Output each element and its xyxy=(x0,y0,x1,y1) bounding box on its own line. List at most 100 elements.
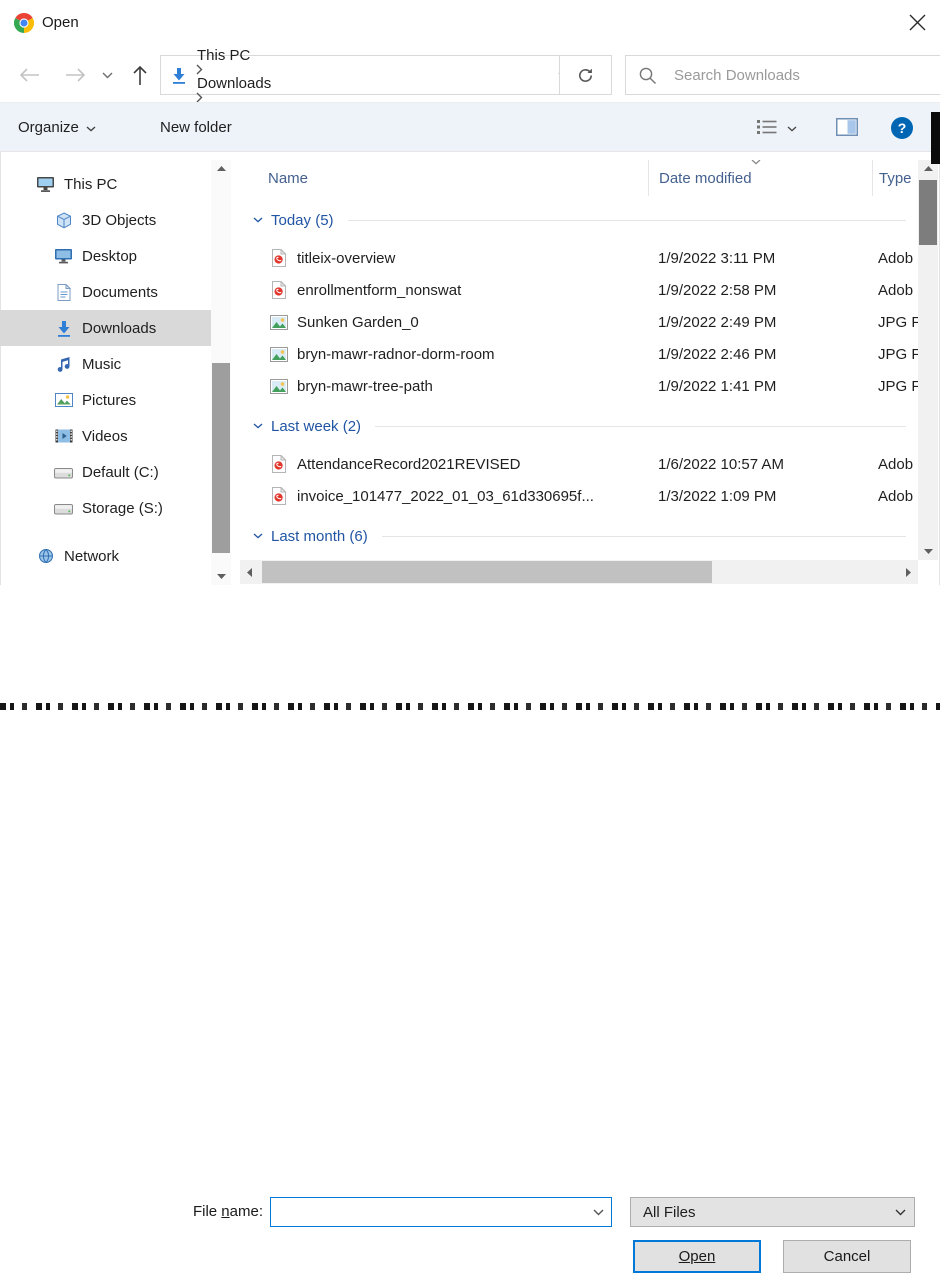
recent-locations-button[interactable] xyxy=(97,58,117,92)
sidebar-item-default-c[interactable]: Default (C:) xyxy=(0,454,211,490)
titlebar: Open xyxy=(0,0,940,48)
back-button[interactable] xyxy=(12,58,46,92)
music-icon xyxy=(54,356,73,373)
background-page-artifact xyxy=(931,112,940,164)
sidebar-item-pictures[interactable]: Pictures xyxy=(0,382,211,418)
file-name-combobox xyxy=(270,1197,612,1227)
command-toolbar: Organize New folder ? xyxy=(0,102,940,152)
pdf-file-icon xyxy=(270,455,288,473)
pdf-file-icon xyxy=(270,281,288,299)
help-icon: ? xyxy=(891,117,913,139)
file-group-last-month-6: Last month (6) xyxy=(240,522,918,560)
file-row-enrollmentform-nonswat[interactable]: enrollmentform_nonswat 1/9/2022 2:58 PM Ad… xyxy=(240,274,918,306)
group-header[interactable]: Last month (6) xyxy=(240,522,918,550)
change-view-button[interactable] xyxy=(756,103,797,151)
file-row-sunken-garden-0[interactable]: Sunken Garden_0 1/9/2022 2:49 PM JPG F xyxy=(240,306,918,338)
horizontal-scrollbar-thumb[interactable] xyxy=(262,561,712,583)
sidebar-scrollbar-thumb[interactable] xyxy=(212,363,230,553)
close-button[interactable] xyxy=(909,14,927,32)
navigation-pane: This PC 3D Objects Desktop Documents Downloa… xyxy=(0,160,211,585)
scroll-right-icon[interactable] xyxy=(906,560,911,584)
open-button[interactable]: Open xyxy=(633,1240,761,1273)
file-list: Today (5) titleix-overview 1/9/2022 3:11 P… xyxy=(240,206,918,560)
preview-pane-button[interactable] xyxy=(836,118,858,136)
scroll-down-icon[interactable] xyxy=(918,549,938,554)
file-list-scrollbar[interactable] xyxy=(918,160,938,560)
group-header[interactable]: Today (5) xyxy=(240,206,918,234)
network-icon xyxy=(36,548,55,564)
breadcrumb: This PC Downloads xyxy=(193,47,275,103)
downloads-folder-icon xyxy=(171,67,187,84)
horizontal-scrollbar[interactable] xyxy=(240,560,918,584)
file-group-today-5: Today (5) titleix-overview 1/9/2022 3:11 P… xyxy=(240,206,918,402)
drive-icon xyxy=(54,502,73,515)
file-row-titleix-overview[interactable]: titleix-overview 1/9/2022 3:11 PM Adob xyxy=(240,242,918,274)
address-bar[interactable]: This PC Downloads xyxy=(160,47,582,103)
close-icon xyxy=(909,14,927,31)
breadcrumb-item-downloads[interactable]: Downloads xyxy=(193,75,275,92)
pictures-icon xyxy=(54,393,73,407)
search-input[interactable] xyxy=(672,65,940,85)
sidebar-item-music[interactable]: Music xyxy=(0,346,211,382)
scroll-up-icon[interactable] xyxy=(918,166,938,171)
organize-button[interactable]: Organize xyxy=(18,103,96,151)
file-type-select[interactable]: All Files xyxy=(630,1197,915,1227)
column-header-type[interactable]: Type xyxy=(872,160,918,196)
file-name-input[interactable] xyxy=(271,1198,585,1226)
breadcrumb-item-this-pc[interactable]: This PC xyxy=(193,47,254,64)
cube-icon xyxy=(54,211,73,229)
file-name-dropdown-button[interactable] xyxy=(585,1209,611,1216)
search-box xyxy=(625,55,940,95)
file-name-label: File name: xyxy=(192,1203,263,1220)
refresh-button[interactable] xyxy=(559,55,612,95)
downloads-icon xyxy=(54,320,73,337)
open-file-dialog: Open This PC Downloads Organize xyxy=(0,0,940,1273)
pdf-file-icon xyxy=(270,487,288,505)
dialog-footer: File name: All Files Open Cancel xyxy=(0,585,940,1273)
sidebar-item-desktop[interactable]: Desktop xyxy=(0,238,211,274)
sidebar-item-network[interactable]: Network xyxy=(0,538,211,574)
file-type-value: All Files xyxy=(643,1203,696,1221)
up-button[interactable] xyxy=(124,58,156,92)
documents-icon xyxy=(54,283,73,301)
sidebar-item-documents[interactable]: Documents xyxy=(0,274,211,310)
preview-pane-icon xyxy=(836,118,858,136)
scroll-left-icon[interactable] xyxy=(247,560,252,584)
chevron-down-icon xyxy=(253,423,263,429)
sidebar-item-videos[interactable]: Videos xyxy=(0,418,211,454)
pdf-file-icon xyxy=(270,249,288,267)
scroll-up-icon[interactable] xyxy=(211,166,231,171)
file-group-last-week-2: Last week (2) AttendanceRecord2021REVISED… xyxy=(240,412,918,512)
chevron-down-icon xyxy=(787,126,797,132)
sidebar-item-this-pc[interactable]: This PC xyxy=(0,166,211,202)
column-header-name[interactable]: Name xyxy=(240,170,648,187)
videos-icon xyxy=(54,429,73,443)
image-file-icon xyxy=(270,378,288,394)
file-row-attendancerecord2021revised[interactable]: AttendanceRecord2021REVISED 1/6/2022 10:5… xyxy=(240,448,918,480)
list-view-icon xyxy=(756,118,778,136)
group-header[interactable]: Last week (2) xyxy=(240,412,918,440)
chevron-right-icon[interactable] xyxy=(193,64,275,75)
cancel-button[interactable]: Cancel xyxy=(783,1240,911,1273)
sidebar-scrollbar[interactable] xyxy=(211,160,231,585)
file-row-invoice-101477-2022-01-03-61d330695f[interactable]: invoice_101477_2022_01_03_61d330695f... 1… xyxy=(240,480,918,512)
column-header-date-modified[interactable]: Date modified xyxy=(648,160,872,196)
forward-button[interactable] xyxy=(58,58,92,92)
chevron-down-icon xyxy=(253,533,263,539)
chevron-down-icon xyxy=(253,217,263,223)
file-list-scrollbar-thumb[interactable] xyxy=(919,180,937,245)
background-page-text-fragments xyxy=(0,703,940,710)
file-row-bryn-mawr-radnor-dorm-room[interactable]: bryn-mawr-radnor-dorm-room 1/9/2022 2:46 … xyxy=(240,338,918,370)
scroll-down-icon[interactable] xyxy=(211,574,231,579)
chevron-down-icon xyxy=(886,1209,914,1216)
sidebar-item-3d-objects[interactable]: 3D Objects xyxy=(0,202,211,238)
file-row-bryn-mawr-tree-path[interactable]: bryn-mawr-tree-path 1/9/2022 1:41 PM JPG F xyxy=(240,370,918,402)
svg-text:?: ? xyxy=(898,120,907,136)
help-button[interactable]: ? xyxy=(891,117,913,139)
drive-icon xyxy=(54,466,73,479)
refresh-icon xyxy=(577,67,594,84)
column-headers: Name Date modified Type xyxy=(240,160,918,196)
sidebar-item-downloads[interactable]: Downloads xyxy=(0,310,211,346)
new-folder-button[interactable]: New folder xyxy=(160,103,232,151)
sidebar-item-storage-s[interactable]: Storage (S:) xyxy=(0,490,211,526)
